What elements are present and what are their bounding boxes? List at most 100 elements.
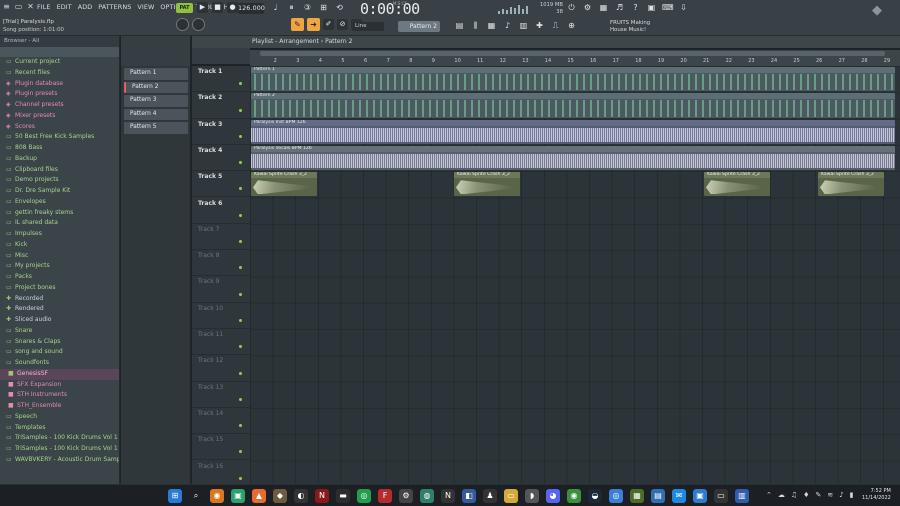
wait-icon[interactable]: ⏸ <box>286 2 297 13</box>
discord-icon[interactable]: ◕ <box>546 489 560 503</box>
loop-record-icon[interactable]: ⟲ <box>334 2 345 13</box>
browser-item[interactable]: ■ STH_Ensemble <box>0 401 119 412</box>
app-icon[interactable]: N <box>441 489 455 503</box>
app-icon[interactable]: ♟ <box>483 489 497 503</box>
stop-button[interactable]: ■ <box>212 2 223 13</box>
mail-icon[interactable]: ✉ <box>672 489 686 503</box>
app-icon[interactable]: N <box>315 489 329 503</box>
playlist-icon[interactable]: ▤ <box>454 20 465 31</box>
browser-item[interactable]: ✚ Rendered <box>0 304 119 315</box>
audio-clip[interactable]: Kawai Sprite Crash 3_2 <box>454 172 520 197</box>
track-enable-led[interactable] <box>239 345 242 349</box>
search-icon[interactable]: ⌕ <box>189 489 203 503</box>
save-icon[interactable]: ▣ <box>646 2 657 13</box>
browser-item[interactable]: ▭ Snare <box>0 326 119 337</box>
touch-keyboard-icon[interactable]: ⎍ <box>550 20 561 31</box>
browser-item[interactable]: ▭ Clipboard files <box>0 165 119 176</box>
terminal-icon[interactable]: ▭ <box>714 489 728 503</box>
app-icon[interactable]: ▥ <box>735 489 749 503</box>
browser-item[interactable]: ▭ Misc <box>0 251 119 262</box>
audio-clip[interactable]: Kawai Sprite Crash 3_2 <box>704 172 770 197</box>
app-icon[interactable]: ▲ <box>252 489 266 503</box>
app-icon[interactable]: ▬ <box>336 489 350 503</box>
time-display[interactable]: 0:00:00 <box>360 0 420 18</box>
track-enable-led[interactable] <box>239 240 242 244</box>
timeline-ruler[interactable]: 2 3 4 5 6 7 8 9 10 11 12 13 14 15 16 17 18 19 20 21 22 23 24 25… <box>250 50 900 66</box>
wifi-icon[interactable]: ≋ <box>827 491 833 499</box>
horizontal-scrollbar[interactable] <box>260 51 885 56</box>
battery-icon[interactable]: ▮ <box>850 491 854 499</box>
tempo-display[interactable]: 126.000 <box>238 3 265 14</box>
snap-selector[interactable]: Line <box>352 22 384 31</box>
browser-item[interactable]: ▭ Impulses <box>0 229 119 240</box>
power-icon[interactable]: ⏻ <box>566 2 577 13</box>
track-enable-led[interactable] <box>239 213 242 217</box>
pattern-clip[interactable]: Pattern 1 <box>251 67 895 92</box>
plugin-picker-icon[interactable]: ✚ <box>534 20 545 31</box>
track-header[interactable]: Track 12 <box>192 355 250 382</box>
volume-icon[interactable]: ♪ <box>839 491 843 499</box>
app-icon[interactable]: ▣ <box>231 489 245 503</box>
play-button[interactable]: ▶ <box>197 2 208 13</box>
chrome-icon[interactable]: ◉ <box>567 489 581 503</box>
pattern-item[interactable]: Pattern 2 <box>124 81 188 93</box>
app-icon[interactable]: ◐ <box>294 489 308 503</box>
browser-item[interactable]: ▭ TriSamples - 100 Kick Drums Vol 1 <box>0 444 119 455</box>
menu-item-edit[interactable]: EDIT <box>56 2 73 12</box>
app-icon[interactable]: ⚙ <box>399 489 413 503</box>
headset-icon[interactable]: ♫ <box>791 491 797 499</box>
app-icon[interactable]: ◆ <box>273 489 287 503</box>
browser-item[interactable]: ■ GenesisSF <box>0 368 119 380</box>
app-icon[interactable]: ◎ <box>357 489 371 503</box>
delete-tool-icon[interactable]: ✐ <box>323 19 334 30</box>
track-enable-led[interactable] <box>239 397 242 401</box>
audio-clip[interactable]: Kawai Sprite Crash 3_2 <box>251 172 317 197</box>
help-icon[interactable]: ? <box>630 2 641 13</box>
track-header[interactable]: Track 7 <box>192 224 250 251</box>
browser-item[interactable]: ◈ Scores <box>0 122 119 133</box>
browser-item[interactable]: ▭ Kick <box>0 240 119 251</box>
track-enable-led[interactable] <box>239 450 242 454</box>
file-explorer-icon[interactable]: ▭ <box>504 489 518 503</box>
track-enable-led[interactable] <box>239 108 242 112</box>
track-enable-led[interactable] <box>239 476 242 480</box>
cloud-icon[interactable]: ☁ <box>778 491 785 499</box>
app-icon[interactable]: ◧ <box>462 489 476 503</box>
pattern-item[interactable]: Pattern 3 <box>124 95 188 107</box>
browser-item[interactable]: ▭ 50 Best Free Kick Samples <box>0 132 119 143</box>
audio-clip[interactable]: Paralysis Inst BPM 126 <box>251 119 895 144</box>
track-enable-led[interactable] <box>239 266 242 270</box>
mic-icon[interactable]: ♦ <box>803 491 809 499</box>
mute-tool-icon[interactable]: ⊘ <box>337 19 348 30</box>
track-enable-led[interactable] <box>239 424 242 428</box>
browser-item[interactable]: ▭ Demo projects <box>0 175 119 186</box>
browser-item[interactable]: ◈ Channel presets <box>0 100 119 111</box>
browser-item[interactable]: ▭ My projects <box>0 261 119 272</box>
keyboard-icon[interactable]: ⌨ <box>662 2 674 13</box>
record-button[interactable]: ● <box>227 2 238 13</box>
app-icon[interactable]: ▤ <box>651 489 665 503</box>
pattern-song-toggle[interactable]: PAT <box>176 2 193 13</box>
browser-item[interactable]: ▭ Current project <box>0 57 119 68</box>
track-header[interactable]: Track 14 <box>192 408 250 435</box>
browser-item[interactable]: ✚ Recorded <box>0 294 119 305</box>
track-enable-led[interactable] <box>239 371 242 375</box>
master-pitch-knob[interactable] <box>192 18 205 31</box>
blend-icon[interactable]: ⊞ <box>318 2 329 13</box>
browser-item[interactable]: ▭ WAVBVKERY - Acoustic Drum Samples <box>0 455 119 466</box>
browser-item[interactable]: ▭ IL shared data <box>0 218 119 229</box>
audio-clip[interactable]: Paralysis Vocals BPM 126 <box>251 145 895 171</box>
browser-item[interactable]: ▭ Envelopes <box>0 197 119 208</box>
menu-item-add[interactable]: ADD <box>77 2 94 12</box>
track-header[interactable]: Track 10 <box>192 303 250 329</box>
pattern-item[interactable]: Pattern 1 <box>124 68 188 80</box>
app-icon[interactable]: ◉ <box>210 489 224 503</box>
browser-item[interactable]: ✚ Sliced audio <box>0 315 119 326</box>
track-enable-led[interactable] <box>239 161 242 165</box>
playlist-grid[interactable]: Pattern 1 Pattern 2 Paralysis Inst BPM 126… <box>250 66 900 484</box>
fl-studio-taskbar-icon[interactable]: ◗ <box>525 489 539 503</box>
pattern-selector[interactable]: Pattern 2 <box>398 21 440 32</box>
browser-item[interactable]: ▭ Speech <box>0 412 119 423</box>
menu-item-view[interactable]: VIEW <box>136 2 155 12</box>
browser-item[interactable]: ▭ Recent files <box>0 68 119 79</box>
